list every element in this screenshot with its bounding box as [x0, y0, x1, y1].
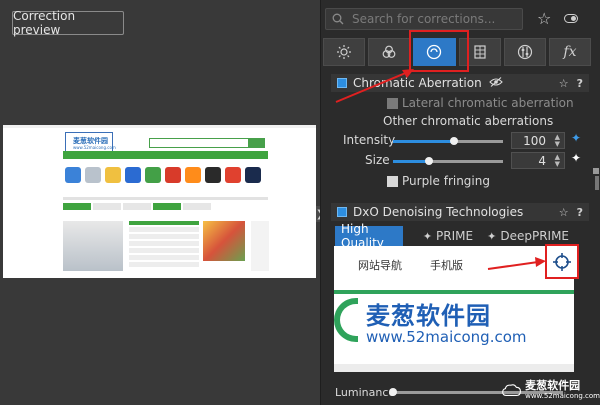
app-icon [125, 167, 141, 183]
intensity-value-field[interactable]: 100 ▲ ▼ [511, 132, 565, 149]
magic-wand-icon[interactable]: ✦ [571, 151, 581, 165]
section-toggle[interactable] [337, 207, 347, 217]
size-slider-knob[interactable] [425, 157, 433, 165]
site-search-button [249, 138, 265, 148]
search-placeholder: Search for corrections... [352, 12, 496, 26]
section-title: DxO Denoising Technologies [353, 205, 524, 219]
favorites-star-icon[interactable]: ☆ [537, 9, 551, 28]
app-icon [65, 167, 81, 183]
stepper-icon[interactable]: ▲ ▼ [555, 154, 560, 168]
size-value-field[interactable]: 4 ▲ ▼ [511, 152, 565, 169]
app-icon [165, 167, 181, 183]
app-icon [145, 167, 161, 183]
site-logo-mark [334, 298, 358, 342]
intensity-slider-knob[interactable] [450, 137, 458, 145]
scrollbar-thumb[interactable] [595, 176, 599, 190]
search-icon [332, 13, 344, 25]
sun-icon [337, 45, 352, 59]
panel-scrollbar[interactable] [595, 76, 599, 396]
tab-local-adjustments[interactable] [503, 38, 546, 66]
intensity-value: 100 [523, 133, 546, 148]
site-logo-url: www.52maicong.com [73, 145, 116, 150]
intensity-slider-fill [393, 140, 454, 143]
other-chromatic-label: Other chromatic aberrations [383, 114, 554, 128]
intensity-label: Intensity [343, 133, 396, 147]
app-icon [85, 167, 101, 183]
site-tab [153, 203, 181, 210]
loupe-nav-item: 手机版 [430, 259, 463, 272]
star-icon[interactable]: ☆ [559, 77, 569, 90]
loupe-nav-item: 网站导航 [358, 259, 402, 272]
app-icon [105, 167, 121, 183]
app-window: Correction preview 麦葱软件园 www.52maicong.c… [0, 0, 600, 405]
site-tabs [63, 203, 211, 210]
preview-area: Correction preview 麦葱软件园 www.52maicong.c… [0, 0, 320, 405]
site-tab [93, 203, 121, 210]
search-input[interactable]: Search for corrections... [325, 8, 523, 30]
sparkle-icon: ✦ [487, 229, 497, 243]
help-icon[interactable]: ? [577, 77, 583, 90]
site-list [129, 221, 199, 275]
mode-high-quality[interactable]: High Quality [335, 222, 403, 250]
denoise-header[interactable]: DxO Denoising Technologies ☆ ? [331, 203, 589, 221]
denoise-mode-tabs: High Quality ✦ PRIME ✦ DeepPRIME [335, 222, 575, 250]
purple-fringing-checkbox-row[interactable]: Purple fringing [387, 174, 490, 188]
site-tab [63, 203, 91, 210]
sparkle-icon: ✦ [422, 229, 433, 243]
luminance-slider-knob[interactable] [389, 388, 397, 396]
site-divider [63, 197, 268, 200]
circles-icon [382, 45, 396, 58]
help-icon[interactable]: ? [577, 206, 583, 219]
loupe-target-button[interactable] [545, 244, 579, 279]
loupe-site-title: 麦葱软件园 [366, 302, 491, 330]
site-app-icons [65, 167, 261, 191]
checkbox-label: Lateral chromatic aberration [402, 96, 574, 110]
magic-wand-icon[interactable]: ✦ [571, 131, 581, 145]
site-tab [183, 203, 211, 210]
mode-deepprime[interactable]: ✦ DeepPRIME [481, 226, 575, 246]
size-label: Size [365, 153, 390, 167]
watermark: 麦葱软件园 www.52maicong.com [502, 375, 600, 405]
cloud-logo-icon [502, 384, 521, 397]
site-sidebar [251, 221, 269, 271]
watermark-url: www.52maicong.com [525, 392, 600, 400]
checkbox[interactable] [387, 175, 398, 187]
size-value: 4 [538, 153, 546, 168]
app-icon [205, 167, 221, 183]
site-promo-image [63, 221, 123, 271]
size-slider-fill [393, 160, 429, 163]
eye-off-icon[interactable] [488, 77, 503, 90]
star-icon[interactable]: ☆ [559, 206, 569, 219]
mixer-icon [517, 44, 532, 60]
loupe-site-url: www.52maicong.com [366, 328, 527, 346]
crosshair-icon [553, 252, 571, 271]
stepper-icon[interactable]: ▲ ▼ [555, 134, 560, 148]
grid-icon [473, 45, 486, 59]
fx-label: fx [563, 44, 577, 60]
luminance-label: Luminance [335, 386, 396, 399]
loupe-green-band [334, 290, 574, 294]
app-icon [225, 167, 241, 183]
mode-prime[interactable]: ✦ PRIME [417, 226, 479, 246]
site-topbar [3, 125, 316, 128]
watermark-title: 麦葱软件园 [525, 379, 581, 392]
annotation-arrow-icon [335, 69, 414, 103]
site-tab [123, 203, 151, 210]
site-game-image [203, 221, 245, 261]
preview-image[interactable]: 麦葱软件园 www.52maicong.com [3, 125, 316, 278]
site-search-box [149, 138, 249, 148]
annotation-arrow-icon [487, 257, 546, 270]
scroll-marker [593, 168, 599, 174]
correction-preview-button[interactable]: Correction preview [12, 9, 124, 37]
tab-effects[interactable]: fx [548, 38, 592, 66]
site-nav-bar [63, 151, 268, 159]
app-icon [185, 167, 201, 183]
app-icon [245, 167, 261, 183]
loupe-footer [334, 364, 574, 372]
checkbox-label: Purple fringing [402, 174, 490, 188]
panel-toggle-switch[interactable] [564, 14, 578, 23]
